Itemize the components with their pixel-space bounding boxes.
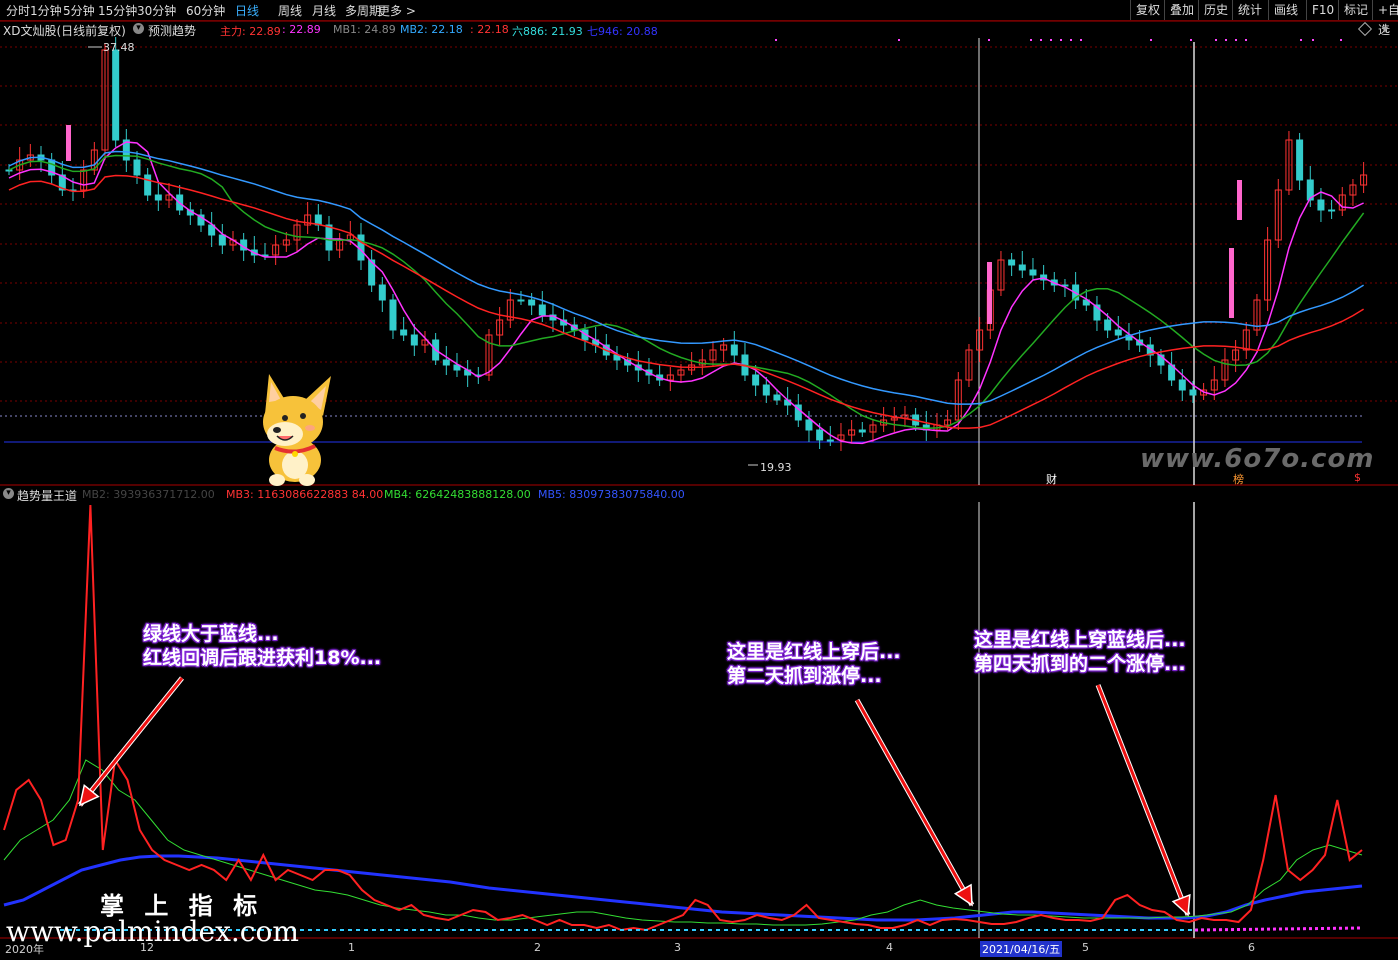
x-axis-label: 3: [674, 941, 681, 954]
signal-dot: [988, 39, 990, 41]
candle-body: [400, 329, 408, 336]
x-axis-label: 2: [534, 941, 541, 954]
candle-body: [762, 384, 770, 396]
signal-dot: [1060, 39, 1062, 41]
candle-body: [1189, 389, 1197, 396]
ma-red-line: [8, 174, 1364, 429]
low-price-label: 19.93: [760, 461, 792, 474]
dog-mascot-icon: [263, 374, 331, 486]
candle-body: [1018, 264, 1026, 271]
event-label-finance[interactable]: 财: [1046, 471, 1057, 487]
signal-dot: [1312, 39, 1314, 41]
x-axis-label: 4: [886, 941, 893, 954]
kline-chart[interactable]: [0, 0, 1398, 960]
annotation-arrow-2: [855, 699, 974, 906]
signal-dot: [1150, 39, 1152, 41]
annotation-line: 第四天抓到的二个涨停...: [974, 653, 1186, 675]
annotation-line: 这里是红线上穿蓝线后...: [974, 629, 1186, 651]
sub-magenta-baseline: [1194, 926, 1363, 932]
limit-up-candle: [1229, 248, 1234, 318]
limit-up-candle: [987, 262, 992, 324]
annotation-line: 绿线大于蓝线...: [143, 623, 279, 645]
annotation-red-cross-blue: 这里是红线上穿蓝线后... 第四天抓到的二个涨停...: [974, 628, 1186, 676]
signal-dot: [1340, 39, 1342, 41]
ma-blue-line: [8, 150, 1364, 405]
candle-body: [538, 304, 546, 316]
candle-body: [752, 374, 760, 386]
signal-dot: [1300, 39, 1302, 41]
ma-magenta-line: [8, 141, 1364, 445]
candle-body: [112, 49, 120, 141]
candle-body: [325, 224, 333, 251]
candle-body: [805, 419, 813, 431]
candle-body: [826, 439, 834, 442]
candle-body: [154, 194, 162, 201]
candle-body: [1104, 319, 1112, 331]
annotation-line: 这里是红线上穿后...: [727, 641, 901, 663]
candle-body: [218, 234, 226, 246]
candle-body: [858, 429, 866, 433]
candle-body: [1029, 269, 1037, 276]
annotation-green-over-blue: 绿线大于蓝线... 红线回调后跟进获利18%...: [143, 622, 381, 670]
signal-dot: [1040, 39, 1042, 41]
high-price-label: 37.48: [103, 41, 135, 54]
candle-body: [1317, 199, 1325, 211]
candle-body: [773, 394, 781, 401]
candle-body: [1114, 329, 1122, 336]
candle-body: [517, 299, 525, 302]
signal-dot: [1080, 39, 1082, 41]
candle-body: [1328, 209, 1336, 212]
limit-up-candle: [66, 125, 71, 161]
x-axis-label: 2021/04/16/五: [980, 941, 1063, 957]
signal-dot: [1190, 39, 1192, 41]
signal-dot: [898, 39, 900, 41]
candle-body: [5, 169, 13, 172]
signal-dot: [1030, 39, 1032, 41]
signal-dot: [775, 39, 777, 41]
candle-body: [730, 344, 738, 356]
candle-body: [816, 429, 824, 441]
candle-body: [378, 284, 386, 301]
candle-body: [389, 299, 397, 331]
annotation-red-cross: 这里是红线上穿后... 第二天抓到涨停...: [727, 640, 901, 688]
annotation-arrow-1: [78, 677, 184, 806]
candle-body: [528, 299, 536, 306]
annotation-arrow-3: [1096, 684, 1190, 916]
candle-body: [1008, 259, 1016, 266]
candle-body: [410, 334, 418, 346]
x-axis-label: 1: [348, 941, 355, 954]
candle-body: [144, 174, 152, 196]
signal-dot: [1070, 39, 1072, 41]
signal-dot: [1225, 39, 1227, 41]
watermark-site: www.6o7o.com: [1140, 444, 1375, 474]
candle-body: [442, 359, 450, 366]
annotation-arrow-3-head: [1171, 893, 1191, 917]
candle-body: [1296, 139, 1304, 181]
x-axis-label: 6: [1248, 941, 1255, 954]
sub-red-line: [3, 504, 1363, 932]
limit-up-candle: [1237, 180, 1242, 220]
annotation-line: 第二天抓到涨停...: [727, 665, 882, 687]
candle-body: [133, 159, 141, 176]
candle-body: [1178, 379, 1186, 391]
signal-dot: [1235, 39, 1237, 41]
signal-dot: [1215, 39, 1217, 41]
x-axis-label: 5: [1082, 941, 1089, 954]
signal-dot: [1245, 39, 1247, 41]
annotation-line: 红线回调后跟进获利18%...: [143, 647, 382, 669]
x-axis-label: 12: [140, 941, 154, 954]
x-axis-label: 2020年: [5, 943, 44, 956]
signal-dot: [1050, 39, 1052, 41]
